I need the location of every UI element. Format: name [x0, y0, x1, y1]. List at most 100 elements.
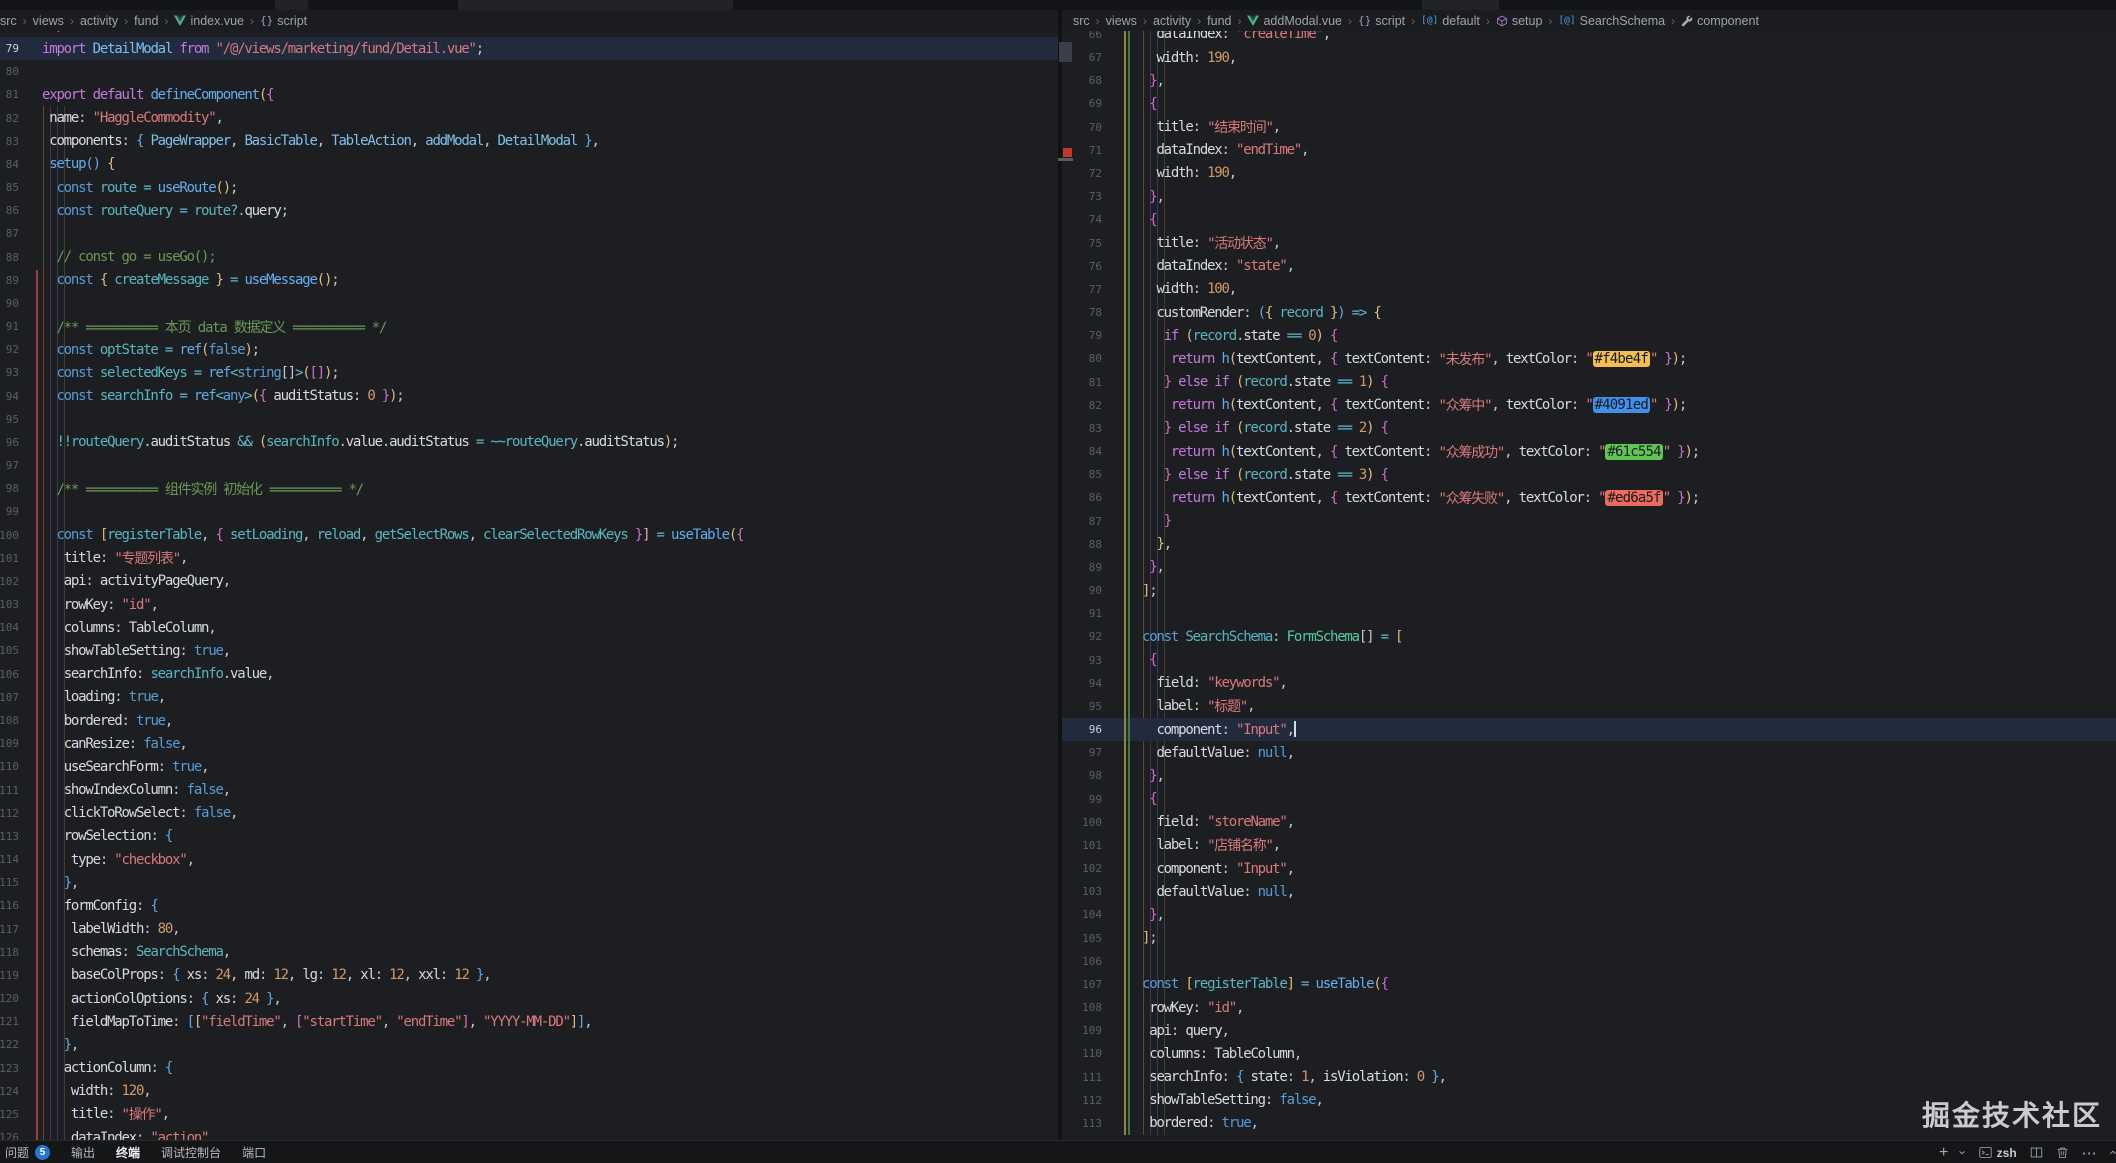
breadcrumb-item-default[interactable]: [@]default	[1421, 14, 1480, 28]
line-number[interactable]: 100	[0, 524, 19, 547]
line-number[interactable]: 115	[0, 871, 19, 894]
breadcrumb-item-src[interactable]: src	[0, 14, 17, 28]
line-number[interactable]: 112	[1062, 1089, 1102, 1112]
line-number[interactable]: 108	[0, 709, 19, 732]
code-line-left-122[interactable]: 122},	[0, 1033, 1058, 1056]
line-number[interactable]: 89	[1062, 556, 1102, 579]
line-number[interactable]: 107	[0, 686, 19, 709]
line-number[interactable]: 83	[0, 130, 19, 153]
scrollbar-thumb[interactable]	[1059, 42, 1072, 62]
code-line-right-74[interactable]: 74{	[1062, 208, 2116, 231]
line-number[interactable]: 99	[1062, 788, 1102, 811]
code-line-right-109[interactable]: 109api: query,	[1062, 1019, 2116, 1042]
line-number[interactable]: 74	[1062, 208, 1102, 231]
code-line-right-75[interactable]: 75title: "活动状态",	[1062, 231, 2116, 254]
code-line-left-96[interactable]: 96!!routeQuery.auditStatus && (searchInf…	[0, 431, 1058, 454]
code-line-left-88[interactable]: 88// const go = useGo();	[0, 246, 1058, 269]
line-number[interactable]: 75	[1062, 231, 1102, 254]
line-number[interactable]: 87	[1062, 509, 1102, 532]
line-number[interactable]: 101	[1062, 834, 1102, 857]
code-line-left-84[interactable]: 84setup() {	[0, 153, 1058, 176]
code-line-right-72[interactable]: 72width: 190,	[1062, 162, 2116, 185]
chevron-up-button[interactable]: ›	[2110, 1145, 2114, 1160]
code-line-right-95[interactable]: 95label: "标题",	[1062, 695, 2116, 718]
panel-tab-问题[interactable]: 问题5	[5, 1144, 50, 1161]
panel-tab-输出[interactable]: 输出	[71, 1144, 95, 1161]
line-number[interactable]: 120	[0, 987, 19, 1010]
code-line-right-82[interactable]: 82return h(textContent, { textContent: "…	[1062, 394, 2116, 417]
breadcrumb-item-activity[interactable]: activity	[80, 14, 118, 28]
line-number[interactable]: 102	[1062, 857, 1102, 880]
line-number[interactable]: 105	[1062, 927, 1102, 950]
code-line-right-67[interactable]: 67width: 190,	[1062, 46, 2116, 69]
code-line-left-113[interactable]: 113rowSelection: {	[0, 825, 1058, 848]
code-line-right-111[interactable]: 111searchInfo: { state: 1, isViolation: …	[1062, 1066, 2116, 1089]
code-line-left-83[interactable]: 83components: { PageWrapper, BasicTable,…	[0, 130, 1058, 153]
line-number[interactable]: 95	[0, 408, 19, 431]
line-number[interactable]: 106	[0, 663, 19, 686]
line-number[interactable]: 116	[0, 894, 19, 917]
code-line-right-84[interactable]: 84return h(textContent, { textContent: "…	[1062, 440, 2116, 463]
code-line-left-108[interactable]: 108bordered: true,	[0, 709, 1058, 732]
line-number[interactable]: 125	[0, 1103, 19, 1126]
line-number[interactable]: 92	[0, 338, 19, 361]
line-number[interactable]: 94	[1062, 672, 1102, 695]
line-number[interactable]: 79	[1062, 324, 1102, 347]
line-number[interactable]: 105	[0, 639, 19, 662]
line-number[interactable]: 110	[0, 755, 19, 778]
code-line-left-97[interactable]: 97	[0, 454, 1058, 477]
line-number[interactable]: 88	[0, 246, 19, 269]
line-number[interactable]: 110	[1062, 1042, 1102, 1065]
code-line-right-97[interactable]: 97defaultValue: null,	[1062, 741, 2116, 764]
code-line-left-90[interactable]: 90	[0, 292, 1058, 315]
code-line-right-101[interactable]: 101label: "店铺名称",	[1062, 834, 2116, 857]
breadcrumb-item-fund[interactable]: fund	[1207, 14, 1231, 28]
line-number[interactable]: 88	[1062, 533, 1102, 556]
panel-tab-端口[interactable]: 端口	[242, 1144, 266, 1161]
trash-button[interactable]	[2056, 1146, 2069, 1159]
line-number[interactable]: 91	[0, 315, 19, 338]
code-line-left-91[interactable]: 91/** ========== 本页 data 数据定义 ==========…	[0, 315, 1058, 338]
code-line-right-71[interactable]: 71dataIndex: "endTime",	[1062, 139, 2116, 162]
line-number[interactable]: 98	[1062, 764, 1102, 787]
line-number[interactable]: 101	[0, 547, 19, 570]
code-line-left-93[interactable]: 93const selectedKeys = ref<string[]>([])…	[0, 361, 1058, 384]
line-number[interactable]: 113	[0, 825, 19, 848]
line-number[interactable]: 104	[0, 616, 19, 639]
line-number[interactable]: 69	[1062, 92, 1102, 115]
code-line-left-98[interactable]: 98/** ========== 组件实例 初始化 ========== */	[0, 477, 1058, 500]
code-line-left-100[interactable]: 100const [registerTable, { setLoading, r…	[0, 524, 1058, 547]
code-line-left-92[interactable]: 92const optState = ref(false);	[0, 338, 1058, 361]
plus-button[interactable]: +	[1939, 1145, 1948, 1161]
line-number[interactable]: 124	[0, 1080, 19, 1103]
line-number[interactable]: 114	[0, 848, 19, 871]
code-line-left-123[interactable]: 123actionColumn: {	[0, 1056, 1058, 1079]
line-number[interactable]: 83	[1062, 417, 1102, 440]
line-number[interactable]: 86	[0, 199, 19, 222]
line-number[interactable]: 119	[0, 964, 19, 987]
code-line-right-70[interactable]: 70title: "结束时间",	[1062, 116, 2116, 139]
breadcrumb-item-script[interactable]: {}script	[260, 14, 307, 28]
line-number[interactable]: 92	[1062, 625, 1102, 648]
line-number[interactable]: 98	[0, 477, 19, 500]
code-line-left-101[interactable]: 101title: "专题列表",	[0, 547, 1058, 570]
code-line-left-109[interactable]: 109canResize: false,	[0, 732, 1058, 755]
line-number[interactable]: 103	[0, 593, 19, 616]
line-number[interactable]: 97	[1062, 741, 1102, 764]
code-line-left-119[interactable]: 119baseColProps: { xs: 24, md: 12, lg: 1…	[0, 964, 1058, 987]
code-line-left-79[interactable]: 79import DetailModal from "/@/views/mark…	[0, 37, 1058, 60]
code-line-left-116[interactable]: 116formConfig: {	[0, 894, 1058, 917]
pane-divider[interactable]	[1058, 10, 1062, 1140]
line-number[interactable]: 111	[0, 778, 19, 801]
code-line-right-68[interactable]: 68},	[1062, 69, 2116, 92]
ellipsis-button[interactable]: ⋯	[2082, 1144, 2097, 1162]
line-number[interactable]: 121	[0, 1010, 19, 1033]
code-line-left-115[interactable]: 115},	[0, 871, 1058, 894]
code-line-left-94[interactable]: 94const searchInfo = ref<any>({ auditSta…	[0, 385, 1058, 408]
code-line-left-118[interactable]: 118schemas: SearchSchema,	[0, 941, 1058, 964]
code-line-right-89[interactable]: 89},	[1062, 556, 2116, 579]
code-line-left-104[interactable]: 104columns: TableColumn,	[0, 616, 1058, 639]
code-line-right-85[interactable]: 85} else if (record.state == 3) {	[1062, 463, 2116, 486]
code-line-right-90[interactable]: 90];	[1062, 579, 2116, 602]
code-line-right-99[interactable]: 99{	[1062, 788, 2116, 811]
